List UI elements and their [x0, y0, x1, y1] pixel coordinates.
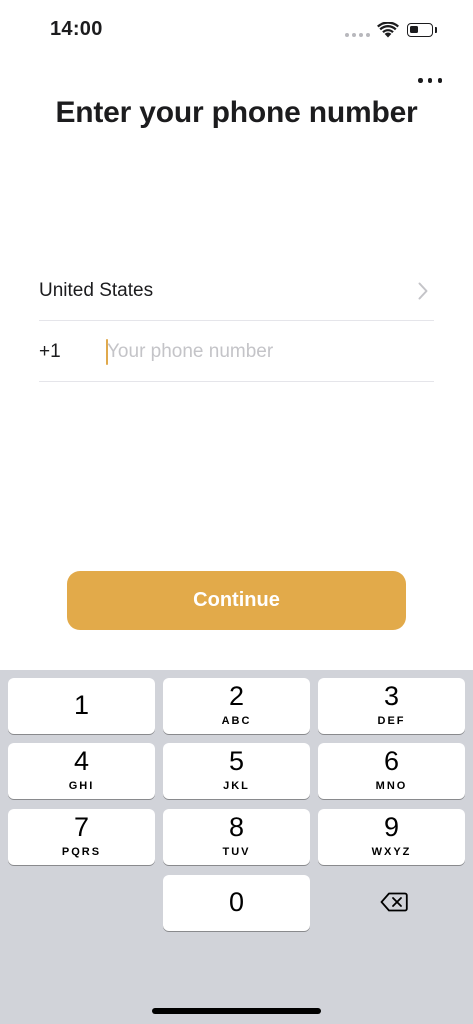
key-digit: 2	[228, 681, 245, 711]
key-letters: MNO	[375, 780, 408, 792]
phone-number-input[interactable]	[107, 337, 427, 367]
country-selector[interactable]: United States	[39, 262, 434, 321]
key-6[interactable]: 6 MNO	[318, 743, 465, 799]
key-digit: 8	[228, 812, 245, 842]
signal-dots-icon	[345, 33, 370, 37]
country-code: +1	[39, 341, 61, 362]
key-8[interactable]: 8 TUV	[163, 809, 310, 865]
key-3[interactable]: 3 DEF	[318, 678, 465, 734]
battery-cap	[435, 27, 437, 33]
key-digit: 9	[383, 812, 400, 842]
country-name: United States	[39, 280, 154, 301]
page-title: Enter your phone number	[55, 96, 418, 129]
status-bar: 14:00	[0, 0, 473, 60]
wifi-icon	[377, 22, 399, 38]
chevron-right-icon	[418, 282, 428, 300]
key-digit: 0	[228, 887, 245, 917]
key-4[interactable]: 4 GHI	[8, 743, 155, 799]
status-time: 14:00	[50, 18, 103, 40]
key-2[interactable]: 2 ABC	[163, 678, 310, 734]
key-digit: 5	[228, 746, 245, 776]
key-9[interactable]: 9 WXYZ	[318, 809, 465, 865]
key-5[interactable]: 5 JKL	[163, 743, 310, 799]
delete-key[interactable]	[318, 875, 465, 931]
more-horizontal-icon[interactable]	[418, 78, 442, 84]
key-letters: DEF	[377, 715, 406, 727]
continue-button[interactable]: Continue	[67, 571, 406, 630]
backspace-icon	[380, 892, 408, 912]
key-digit: 4	[73, 746, 90, 776]
home-indicator[interactable]	[152, 1008, 321, 1014]
key-letters: PQRS	[61, 846, 102, 858]
key-7[interactable]: 7 PQRS	[8, 809, 155, 865]
phone-number-row: +1	[39, 321, 434, 382]
key-digit: 7	[73, 812, 90, 842]
key-letters: ABC	[221, 715, 252, 727]
key-digit: 6	[383, 746, 400, 776]
key-letters: GHI	[68, 780, 95, 792]
key-1[interactable]: 1	[8, 678, 155, 734]
key-letters: JKL	[223, 780, 250, 792]
key-0[interactable]: 0	[163, 875, 310, 931]
key-letters: TUV	[222, 846, 251, 858]
key-digit: 1	[73, 690, 90, 720]
key-digit: 3	[383, 681, 400, 711]
battery-icon	[407, 23, 433, 37]
key-letters: WXYZ	[371, 846, 412, 858]
